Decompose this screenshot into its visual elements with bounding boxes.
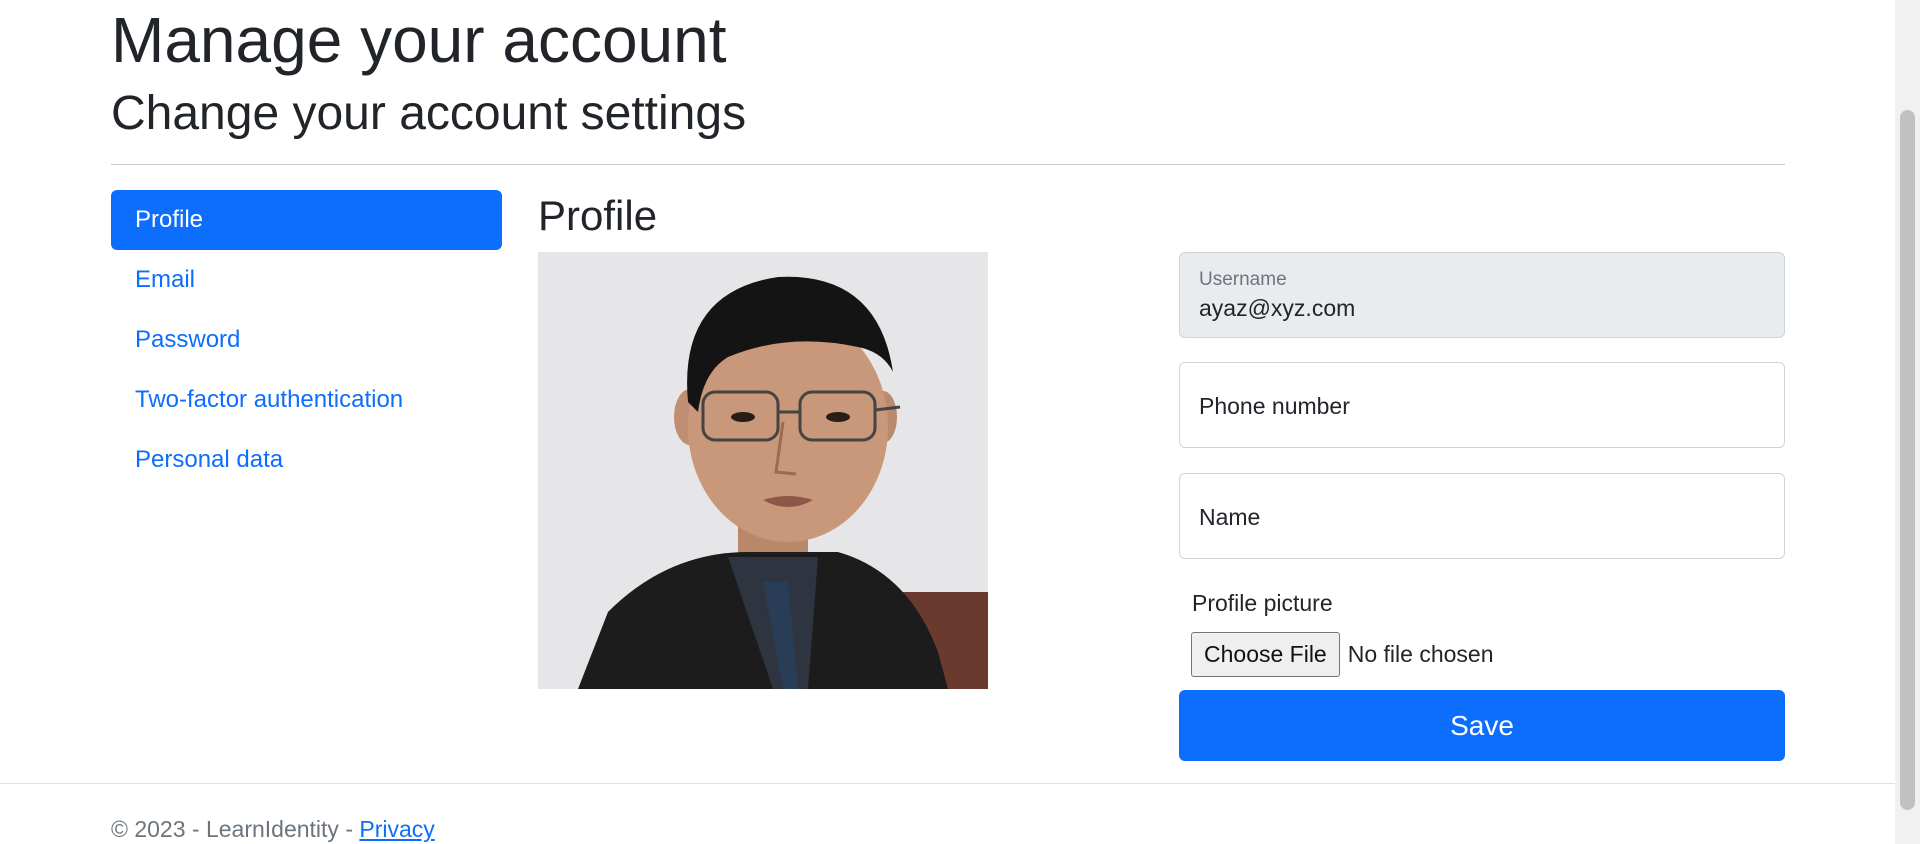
name-placeholder: Name bbox=[1199, 503, 1261, 530]
profile-photo-icon bbox=[538, 252, 988, 689]
file-status: No file chosen bbox=[1347, 641, 1494, 667]
footer-divider bbox=[0, 783, 1895, 784]
save-button[interactable]: Save bbox=[1179, 690, 1785, 761]
nav-item-personal-data[interactable]: Personal data bbox=[111, 430, 502, 490]
footer-copyright: © 2023 - LearnIdentity - bbox=[111, 816, 360, 842]
scrollbar-thumb[interactable] bbox=[1900, 110, 1915, 810]
profile-photo bbox=[538, 252, 988, 689]
privacy-link[interactable]: Privacy bbox=[359, 816, 434, 842]
page: Manage your account Change your account … bbox=[0, 0, 1920, 844]
choose-file-button[interactable]: Choose File bbox=[1191, 632, 1340, 677]
username-field[interactable]: Username ayaz@xyz.com bbox=[1179, 252, 1785, 338]
header-divider bbox=[111, 164, 1785, 165]
name-field[interactable]: Name bbox=[1179, 473, 1785, 559]
nav-item-two-factor[interactable]: Two-factor authentication bbox=[111, 370, 502, 430]
nav-item-profile[interactable]: Profile bbox=[111, 190, 502, 250]
username-value: ayaz@xyz.com bbox=[1199, 295, 1356, 321]
nav-item-email[interactable]: Email bbox=[111, 250, 502, 310]
account-nav: Profile Email Password Two-factor authen… bbox=[111, 190, 502, 490]
nav-item-password[interactable]: Password bbox=[111, 310, 502, 370]
page-subtitle: Change your account settings bbox=[111, 87, 747, 140]
section-title: Profile bbox=[538, 192, 658, 239]
phone-number-placeholder: Phone number bbox=[1199, 392, 1350, 419]
footer: © 2023 - LearnIdentity - Privacy bbox=[111, 816, 435, 843]
file-input: Choose File No file chosen bbox=[1191, 632, 1493, 677]
username-label: Username bbox=[1199, 269, 1287, 290]
vertical-scrollbar[interactable] bbox=[1895, 0, 1920, 844]
phone-number-field[interactable]: Phone number bbox=[1179, 362, 1785, 448]
profile-picture-label: Profile picture bbox=[1192, 590, 1333, 616]
page-title: Manage your account bbox=[111, 4, 727, 76]
